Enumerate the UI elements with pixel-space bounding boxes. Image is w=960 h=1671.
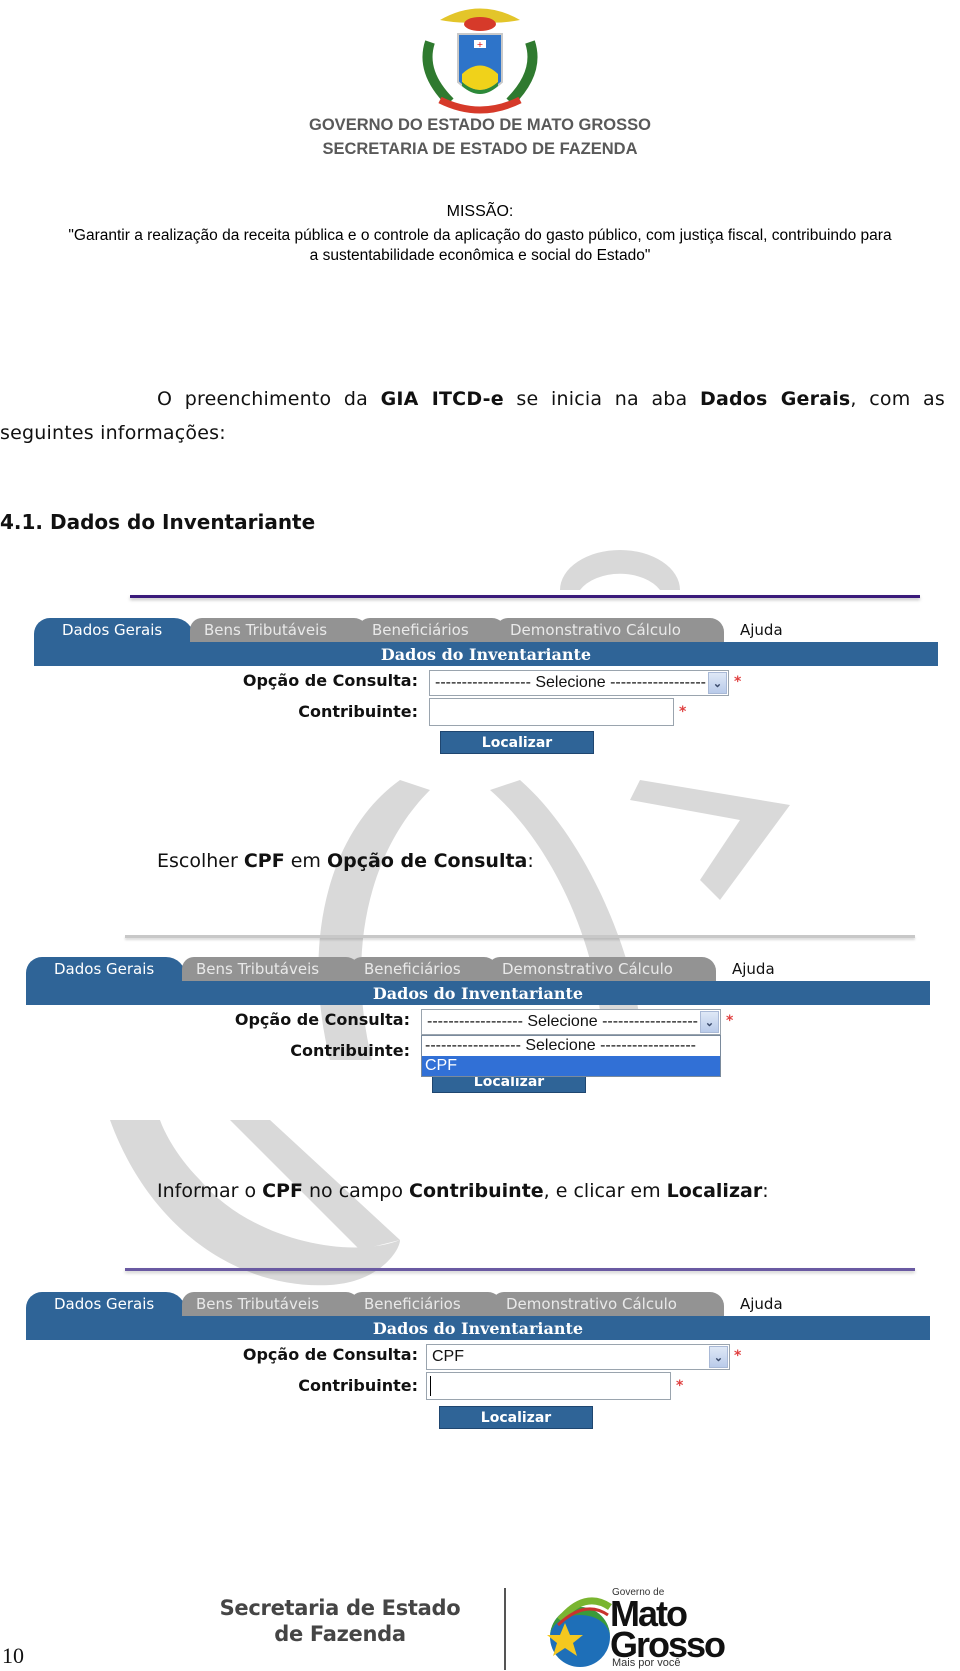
tab-ajuda[interactable]: Ajuda — [726, 618, 806, 642]
step-2-bold-cpf: CPF — [262, 1180, 303, 1202]
step-2-bold-localizar: Localizar — [666, 1180, 763, 1202]
footer-org-line-2: de Fazenda — [274, 1622, 406, 1646]
section-title-bar: Dados do Inventariante — [26, 983, 930, 1005]
tab-bens-tributaveis[interactable]: Bens Tributáveis — [182, 957, 360, 981]
step-2-bold-contribuinte: Contribuinte — [409, 1180, 544, 1202]
required-asterisk: * — [676, 1378, 684, 1394]
tab-dados-gerais[interactable]: Dados Gerais — [26, 1292, 186, 1316]
intro-paragraph: O preenchimento da GIA ITCD-e se inicia … — [0, 382, 945, 450]
form-screenshot-3: Dados Gerais Bens Tributáveis Beneficiár… — [26, 1290, 930, 1440]
tab-bar: Dados Gerais Bens Tributáveis Beneficiár… — [34, 616, 938, 644]
intro-text-2: se inicia na aba — [503, 388, 700, 410]
consulta-select[interactable]: ------------------ Selecione -----------… — [429, 670, 729, 696]
consulta-label: Opção de Consulta: — [242, 671, 418, 690]
step-2-text: : — [762, 1180, 769, 1202]
dropdown-option-selecione[interactable]: ------------------ Selecione -----------… — [422, 1036, 720, 1056]
government-title: GOVERNO DO ESTADO DE MATO GROSSO — [309, 116, 651, 134]
consulta-select-value: ------------------ Selecione -----------… — [435, 674, 706, 691]
tab-ajuda[interactable]: Ajuda — [718, 957, 798, 981]
text-cursor — [430, 1375, 431, 1396]
step-2-text: Informar o — [157, 1180, 263, 1202]
separator-line — [125, 1268, 915, 1271]
contribuinte-input[interactable] — [429, 698, 674, 726]
state-coat-of-arms-logo: + — [422, 8, 538, 114]
tab-demonstrativo-calculo[interactable]: Demonstrativo Cálculo — [496, 618, 724, 642]
footer-org-line-1: Secretaria de Estado — [219, 1596, 461, 1620]
tab-dados-gerais[interactable]: Dados Gerais — [34, 618, 194, 642]
tab-bens-tributaveis[interactable]: Bens Tributáveis — [182, 1292, 360, 1316]
required-asterisk: * — [726, 1013, 734, 1029]
footer-divider — [504, 1588, 506, 1670]
localizar-button[interactable]: Localizar — [440, 731, 594, 754]
contribuinte-input[interactable] — [426, 1372, 671, 1400]
separator-line — [130, 595, 920, 598]
page-number: 10 — [2, 1643, 24, 1668]
tab-bar: Dados Gerais Bens Tributáveis Beneficiár… — [26, 1290, 930, 1318]
contribuinte-label: Contribuinte: — [290, 1041, 410, 1060]
section-heading: 4.1. Dados do Inventariante — [0, 510, 316, 534]
step-2-text: no campo — [302, 1180, 410, 1202]
step-2-text: , e clicar em — [543, 1180, 667, 1202]
section-title-bar: Dados do Inventariante — [26, 1318, 930, 1340]
tab-demonstrativo-calculo[interactable]: Demonstrativo Cálculo — [488, 957, 716, 981]
consulta-label: Opção de Consulta: — [242, 1345, 418, 1364]
consulta-select[interactable]: CPF ⌄ — [426, 1344, 730, 1370]
step-1-instruction: Escolher CPF em Opção de Consulta: — [157, 850, 534, 872]
required-asterisk: * — [734, 674, 742, 690]
dropdown-option-cpf[interactable]: CPF — [422, 1056, 720, 1076]
step-1-bold-cpf: CPF — [243, 850, 285, 872]
mission-statement: "Garantir a realização da receita públic… — [0, 226, 960, 266]
tab-ajuda[interactable]: Ajuda — [726, 1292, 806, 1316]
mission-line-1: "Garantir a realização da receita públic… — [68, 227, 892, 244]
section-title-bar: Dados do Inventariante — [34, 644, 938, 666]
mission-line-2: a sustentabilidade econômica e social do… — [309, 247, 651, 264]
tab-beneficiarios[interactable]: Beneficiários — [358, 618, 506, 642]
chevron-down-icon[interactable]: ⌄ — [708, 672, 727, 694]
consulta-dropdown-list: ------------------ Selecione -----------… — [421, 1035, 721, 1077]
mato-grosso-logo-icon — [547, 1597, 612, 1667]
step-1-text: Escolher — [157, 850, 244, 872]
consulta-select-value: CPF — [432, 1348, 464, 1365]
separator-line — [125, 935, 915, 938]
tab-beneficiarios[interactable]: Beneficiários — [350, 957, 498, 981]
form-screenshot-2: Dados Gerais Bens Tributáveis Beneficiár… — [26, 955, 930, 1105]
intro-bold-dados-gerais: Dados Gerais — [700, 388, 851, 410]
step-1-text: em — [284, 850, 327, 872]
svg-text:+: + — [477, 40, 484, 49]
tab-beneficiarios[interactable]: Beneficiários — [350, 1292, 502, 1316]
contribuinte-label: Contribuinte: — [298, 1376, 418, 1395]
contribuinte-label: Contribuinte: — [298, 702, 418, 721]
tab-dados-gerais[interactable]: Dados Gerais — [26, 957, 186, 981]
intro-bold-gia: GIA ITCD-e — [380, 388, 504, 410]
consulta-select[interactable]: ------------------ Selecione -----------… — [421, 1009, 721, 1035]
intro-text-1: O preenchimento da — [157, 388, 381, 410]
chevron-down-icon[interactable]: ⌄ — [700, 1011, 719, 1033]
step-2-instruction: Informar o CPF no campo Contribuinte, e … — [157, 1180, 769, 1202]
tab-bar: Dados Gerais Bens Tributáveis Beneficiár… — [26, 955, 930, 983]
tab-bens-tributaveis[interactable]: Bens Tributáveis — [190, 618, 368, 642]
form-screenshot-1: Dados Gerais Bens Tributáveis Beneficiár… — [34, 616, 938, 766]
tab-demonstrativo-calculo[interactable]: Demonstrativo Cálculo — [492, 1292, 724, 1316]
mission-title: MISSÃO: — [446, 203, 514, 220]
required-asterisk: * — [679, 704, 687, 720]
step-1-bold-consulta: Opção de Consulta — [326, 850, 528, 872]
required-asterisk: * — [734, 1348, 742, 1364]
secretariat-title: SECRETARIA DE ESTADO DE FAZENDA — [322, 140, 638, 158]
consulta-select-value: ------------------ Selecione -----------… — [427, 1013, 698, 1030]
chevron-down-icon[interactable]: ⌄ — [709, 1346, 728, 1368]
step-1-text: : — [527, 850, 534, 872]
consulta-label: Opção de Consulta: — [234, 1010, 410, 1029]
localizar-button[interactable]: Localizar — [439, 1406, 593, 1429]
footer-secretariat-name: Secretaria de Estado de Fazenda — [200, 1595, 480, 1647]
